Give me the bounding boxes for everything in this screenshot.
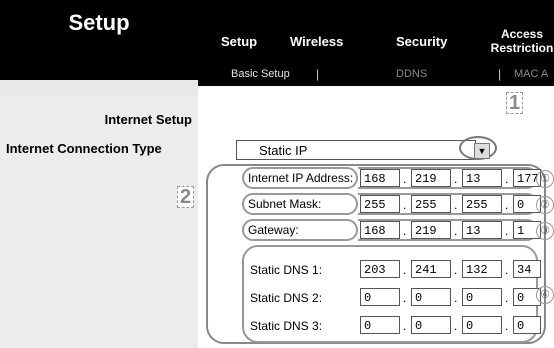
mask-octet-2[interactable]: 255 (411, 195, 451, 213)
gateway-label: Gateway: (248, 223, 299, 237)
dns2-octet-2[interactable]: 0 (411, 288, 451, 306)
sidebar (0, 96, 198, 348)
dns1-label: Static DNS 1: (250, 263, 323, 277)
gateway-octet-3[interactable]: 13 (462, 221, 502, 239)
subtab-mac-address[interactable]: MAC A (514, 68, 548, 80)
octet-separator: . (454, 172, 458, 186)
subtab-basic-setup[interactable]: Basic Setup (231, 68, 290, 80)
ip-address-label: Internet IP Address: (248, 171, 354, 185)
octet-separator: . (505, 319, 509, 333)
section-title: Internet Setup (104, 112, 192, 127)
mask-octet-3[interactable]: 255 (462, 195, 502, 213)
octet-separator: . (454, 263, 458, 277)
octet-separator: . (454, 319, 458, 333)
octet-separator: . (505, 224, 509, 238)
callout-number: ③ (536, 222, 554, 240)
octet-separator: . (454, 198, 458, 212)
subnet-mask-label: Subnet Mask: (248, 197, 322, 211)
sidebar-band (0, 80, 198, 96)
octet-separator: . (403, 291, 407, 305)
divider (198, 96, 200, 348)
annotation-marker-2: 2 (177, 186, 195, 208)
annotation-marker-1: 1 (506, 92, 524, 114)
octet-separator: . (403, 198, 407, 212)
dns3-octet-4[interactable]: 0 (513, 316, 541, 334)
callout-number: ④ (536, 286, 554, 304)
dns1-octet-1[interactable]: 203 (360, 260, 400, 278)
octet-separator: . (403, 224, 407, 238)
tab-access-restriction[interactable]: Access Restriction (482, 27, 554, 55)
octet-separator: . (403, 172, 407, 186)
ip-octet-3[interactable]: 13 (462, 169, 502, 187)
page-title: Setup (68, 10, 130, 35)
octet-separator: . (403, 263, 407, 277)
tab-wireless[interactable]: Wireless (290, 34, 343, 49)
subnav-separator: | (498, 67, 502, 81)
octet-separator: . (505, 198, 509, 212)
tab-setup[interactable]: Setup (221, 34, 257, 49)
dns2-octet-1[interactable]: 0 (360, 288, 400, 306)
mask-octet-1[interactable]: 255 (360, 195, 400, 213)
dns3-octet-1[interactable]: 0 (360, 316, 400, 334)
ip-octet-1[interactable]: 168 (360, 169, 400, 187)
callout-number: ① (536, 170, 554, 188)
callout-number: ② (536, 196, 554, 214)
tab-label: Restriction (490, 41, 554, 55)
octet-separator: . (454, 224, 458, 238)
tab-security[interactable]: Security (396, 34, 447, 49)
gateway-octet-2[interactable]: 219 (411, 221, 451, 239)
dns3-octet-3[interactable]: 0 (462, 316, 502, 334)
connection-type-select[interactable]: Static IP (236, 140, 476, 160)
tab-bar: Setup Wireless Security Access Restricti… (198, 0, 554, 64)
chevron-down-icon[interactable]: ▼ (474, 143, 490, 159)
octet-separator: . (505, 172, 509, 186)
octet-separator: . (505, 291, 509, 305)
dns1-octet-2[interactable]: 241 (411, 260, 451, 278)
dns2-label: Static DNS 2: (250, 291, 323, 305)
octet-separator: . (403, 319, 407, 333)
dns3-label: Static DNS 3: (250, 319, 323, 333)
gateway-octet-1[interactable]: 168 (360, 221, 400, 239)
subtab-ddns[interactable]: DDNS (396, 68, 427, 80)
dns1-octet-3[interactable]: 132 (462, 260, 502, 278)
dns1-octet-4[interactable]: 34 (513, 260, 541, 278)
ip-octet-2[interactable]: 219 (411, 169, 451, 187)
tab-label: Access (500, 27, 544, 41)
subnav-separator: | (316, 67, 320, 81)
dns3-octet-2[interactable]: 0 (411, 316, 451, 334)
octet-separator: . (505, 263, 509, 277)
connection-type-label: Internet Connection Type (6, 141, 162, 156)
octet-separator: . (454, 291, 458, 305)
dns2-octet-3[interactable]: 0 (462, 288, 502, 306)
